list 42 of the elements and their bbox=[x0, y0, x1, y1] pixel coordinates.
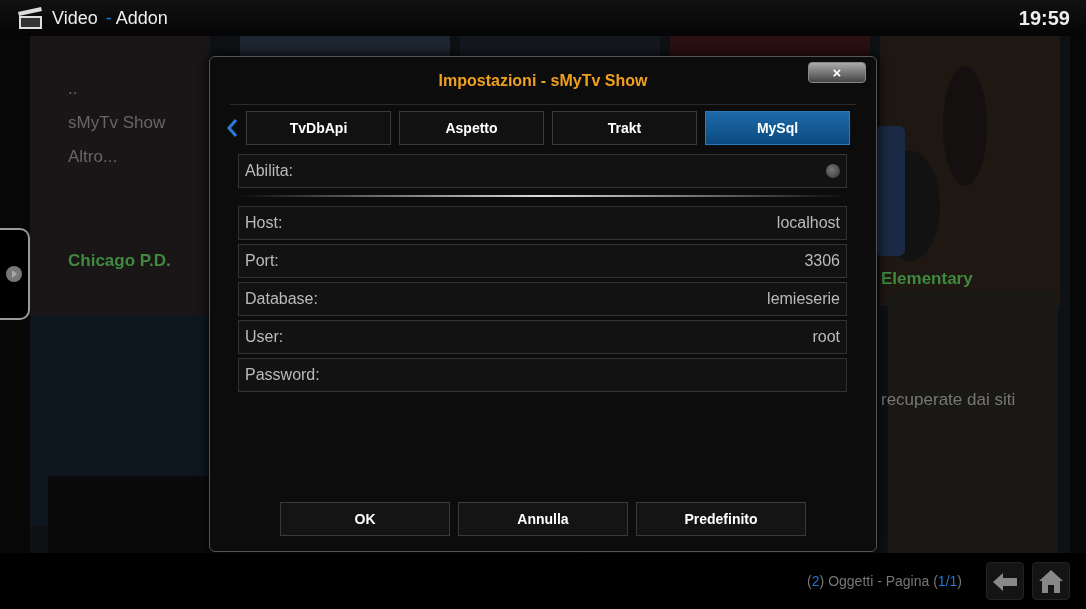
setting-row[interactable]: Password: bbox=[238, 358, 847, 392]
subsection-title: Addon bbox=[115, 6, 168, 30]
dialog-title: Impostazioni - sMyTv Show bbox=[438, 70, 648, 91]
tab[interactable]: MySql bbox=[705, 111, 850, 145]
home-button[interactable] bbox=[1032, 562, 1070, 600]
tab[interactable]: TvDbApi bbox=[246, 111, 391, 145]
setting-row[interactable]: User: root bbox=[238, 320, 847, 354]
page-info: (2) Oggetti - Pagina (1/1) bbox=[807, 571, 962, 591]
back-arrow-icon bbox=[992, 570, 1018, 593]
setting-label: Password: bbox=[245, 365, 320, 385]
dialog-button[interactable]: Annulla bbox=[458, 502, 628, 536]
setting-row[interactable]: Database: lemieserie bbox=[238, 282, 847, 316]
back-button[interactable] bbox=[986, 562, 1024, 600]
title-separator: - bbox=[105, 6, 112, 30]
tab[interactable]: Aspetto bbox=[399, 111, 544, 145]
home-icon bbox=[1037, 568, 1065, 594]
setting-value: localhost bbox=[776, 213, 840, 233]
tab[interactable]: Trakt bbox=[552, 111, 697, 145]
clock: 19:59 bbox=[1018, 6, 1070, 31]
arrow-right-icon bbox=[6, 266, 22, 282]
setting-label: Port: bbox=[245, 251, 279, 271]
setting-label: User: bbox=[245, 327, 284, 347]
setting-row[interactable]: Port: 3306 bbox=[238, 244, 847, 278]
dialog-button[interactable]: Predefinito bbox=[636, 502, 806, 536]
poster-title: Elementary bbox=[881, 268, 974, 290]
section-title: Video bbox=[52, 6, 98, 30]
clapperboard-icon bbox=[16, 6, 44, 30]
dialog-button[interactable]: OK bbox=[280, 502, 450, 536]
poster-title: Chicago P.D. bbox=[68, 250, 172, 272]
setting-label: Database: bbox=[245, 289, 318, 309]
setting-label: Abilita: bbox=[245, 161, 294, 181]
chevron-left-icon[interactable] bbox=[226, 119, 238, 137]
setting-row[interactable]: Host: localhost bbox=[238, 206, 847, 240]
setting-value: 3306 bbox=[804, 251, 840, 271]
side-panel-handle[interactable] bbox=[0, 228, 30, 320]
setting-value: lemieserie bbox=[767, 289, 840, 309]
setting-label: Host: bbox=[245, 213, 283, 233]
close-button[interactable]: × bbox=[808, 62, 866, 83]
description-text: recuperate dai siti bbox=[881, 388, 1017, 411]
setting-row[interactable]: Abilita: bbox=[238, 154, 847, 188]
toggle-indicator[interactable] bbox=[826, 164, 840, 178]
setting-value: root bbox=[812, 327, 840, 347]
